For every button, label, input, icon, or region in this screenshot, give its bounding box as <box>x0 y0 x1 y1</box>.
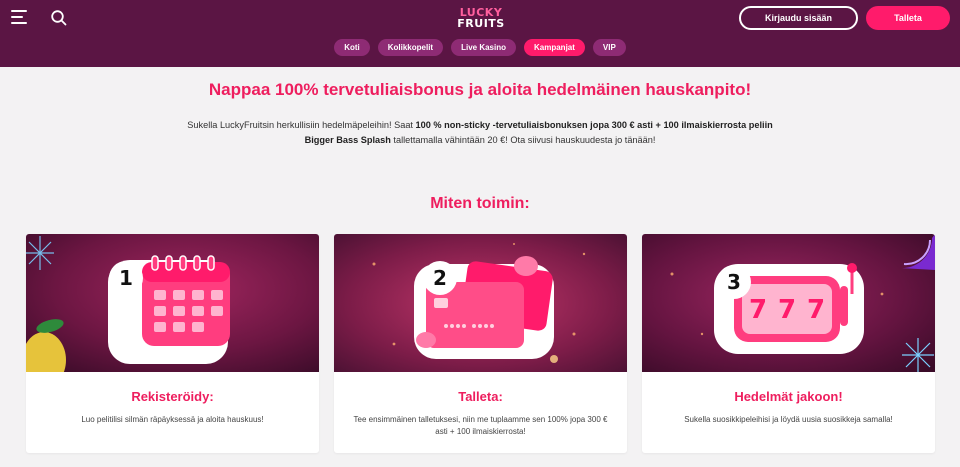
main-nav: Koti Kolikkopelit Live Kasino Kampanjat … <box>0 39 960 56</box>
nav-item-live-kasino[interactable]: Live Kasino <box>451 39 516 56</box>
site-header: LUCKY FRUITS Kirjaudu sisään Talleta Kot… <box>0 0 960 67</box>
svg-text:7: 7 <box>778 295 796 325</box>
logo-line-2: FRUITS <box>457 17 505 30</box>
nav-item-kolikkopelit[interactable]: Kolikkopelit <box>377 39 444 56</box>
deposit-button[interactable]: Talleta <box>866 6 950 30</box>
step-title-register: Rekisteröidy: <box>131 389 214 404</box>
intro-bold-game: Bigger Bass Splash <box>304 135 391 145</box>
step-title-deposit: Talleta: <box>458 389 503 404</box>
nav-item-koti[interactable]: Koti <box>334 39 370 56</box>
intro-part-1: Sukella LuckyFruitsin herkullisiin hedel… <box>187 120 416 130</box>
site-logo[interactable]: LUCKY FRUITS <box>457 7 505 31</box>
intro-part-2: tallettamalla vähintään 20 €! Ota siivus… <box>390 135 656 145</box>
section-title: Miten toimin: <box>430 195 530 212</box>
login-button[interactable]: Kirjaudu sisään <box>739 6 858 30</box>
step-number-2: 2 <box>433 266 447 290</box>
intro-bold-offer: 100 % non-sticky -tervetuliaisbonuksen j… <box>415 120 773 130</box>
nav-item-vip[interactable]: VIP <box>592 39 626 56</box>
intro-text: Sukella LuckyFruitsin herkullisiin hedel… <box>140 118 820 148</box>
step-card-deposit: 2 Talleta: Tee ensimmäinen talletuksesi,… <box>334 234 627 453</box>
step-card-register: 1 Rekisteröidy: Luo pelitilisi silmän rä… <box>26 234 319 453</box>
step-number-1: 1 <box>119 266 133 290</box>
step-number-3: 3 <box>727 270 741 294</box>
step-title-play: Hedelmät jakoon! <box>734 389 843 404</box>
search-icon[interactable] <box>50 9 68 27</box>
svg-text:7: 7 <box>749 295 767 325</box>
register-illustration: 1 <box>26 234 319 372</box>
step-card-play: 777 3 Hedelmät jakoon! Sukella suosikkip… <box>642 234 935 453</box>
page-headline: Nappaa 100% tervetuliaisbonus ja aloita … <box>208 80 752 99</box>
slot-machine-illustration: 777 3 <box>642 234 935 372</box>
step-text-register: Luo pelitilisi silmän räpäyksessä ja alo… <box>81 415 264 424</box>
menu-icon[interactable] <box>11 10 27 24</box>
svg-text:7: 7 <box>807 295 825 325</box>
deposit-illustration: 2 <box>334 234 627 372</box>
nav-item-kampanjat[interactable]: Kampanjat <box>524 39 585 56</box>
step-text-play: Sukella suosikkipeleihisi ja löydä uusia… <box>684 415 893 424</box>
step-text-deposit: Tee ensimmäinen talletuksesi, niin me tu… <box>353 415 608 436</box>
